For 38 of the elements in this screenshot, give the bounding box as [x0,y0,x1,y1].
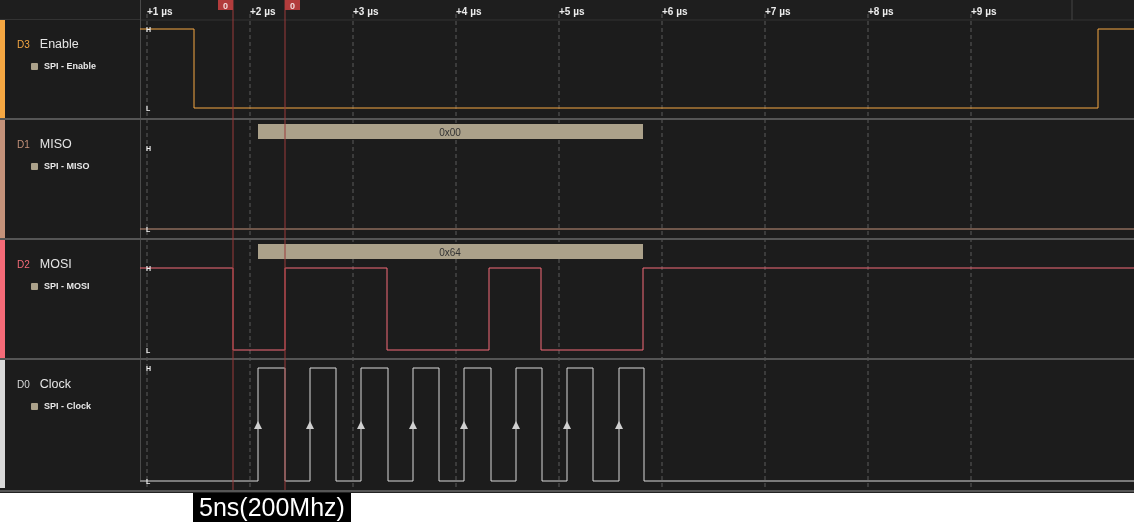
marker-flag[interactable]: 0 [285,0,300,11]
time-tick-label: +7 µs [765,6,791,17]
decoded-frame[interactable]: 0x64 [258,244,643,259]
analyzer-label: SPI - Clock [44,401,91,411]
channel-id: D0 [17,379,30,390]
analyzer-square-icon [31,162,38,170]
decoded-frame[interactable]: 0x00 [258,124,643,139]
analyzer-label: SPI - MOSI [44,281,90,291]
time-tick-label: +9 µs [971,6,997,17]
time-tick-label: +3 µs [353,6,379,17]
analyzer-square-icon [31,282,38,290]
channel-name: MISO [39,137,72,151]
rising-edge-arrow-icon [254,421,262,429]
time-tick-label: +8 µs [868,6,894,17]
channel-name: Enable [39,37,79,51]
analyzer-label: SPI - Enable [44,61,96,71]
rising-edge-arrow-icon [615,421,623,429]
rising-edge-arrow-icon [306,421,314,429]
analyzer-label: SPI - MISO [44,161,90,171]
time-tick-label: +4 µs [456,6,482,17]
rising-edge-arrow-icon [460,421,468,429]
channel-id: D2 [17,259,30,270]
rising-edge-arrow-icon [563,421,571,429]
time-tick-label: +6 µs [662,6,688,17]
analyzer-square-icon [31,402,38,410]
channel-id: D3 [17,39,30,50]
marker-flag[interactable]: 0 [218,0,233,11]
rising-edge-arrow-icon [409,421,417,429]
time-tick-label: +5 µs [559,6,585,17]
channel-name: Clock [39,377,72,391]
time-tick-label: +2 µs [250,6,276,17]
annotation-caption: 5ns(200Mhz) [193,493,351,522]
channel-id: D1 [17,139,30,150]
channel-name: MOSI [39,257,72,271]
analyzer-square-icon [31,62,38,70]
rising-edge-arrow-icon [357,421,365,429]
rising-edge-arrow-icon [512,421,520,429]
time-tick-label: +1 µs [147,6,173,17]
